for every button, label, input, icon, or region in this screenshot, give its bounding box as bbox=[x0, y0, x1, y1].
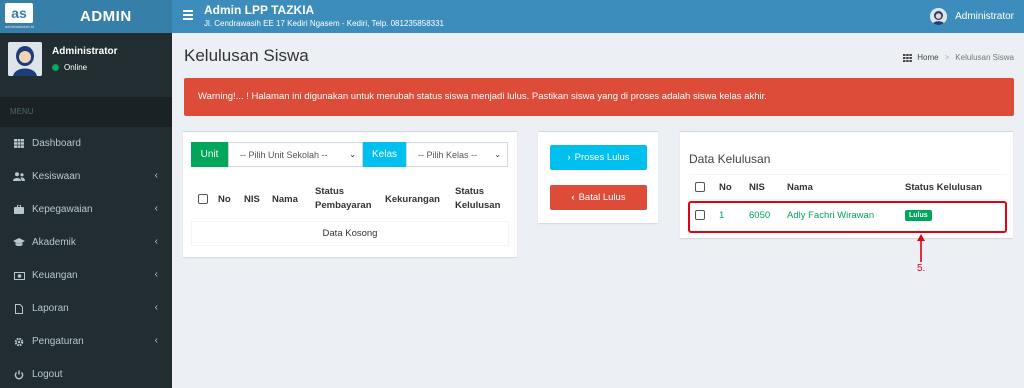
unit-select[interactable]: -- Pilih Unit Sekolah -- ⌄ bbox=[228, 142, 363, 167]
sidebar-item-logout[interactable]: Logout bbox=[0, 358, 172, 388]
logo: as adminsekolah.id bbox=[5, 3, 39, 30]
kelas-label: Kelas bbox=[363, 142, 406, 167]
filter-row: Unit -- Pilih Unit Sekolah -- ⌄ Kelas --… bbox=[191, 142, 508, 167]
sidebar-item-akademik[interactable]: Akademik ‹ bbox=[0, 226, 172, 259]
chevron-left-icon: ‹ bbox=[154, 269, 158, 280]
sidebar-item-keuangan[interactable]: Keuangan ‹ bbox=[0, 259, 172, 292]
chevron-down-icon: ⌄ bbox=[349, 150, 356, 159]
kelas-select[interactable]: -- Pilih Kelas -- ⌄ bbox=[406, 142, 508, 167]
sidebar-item-label: Dashboard bbox=[32, 138, 81, 149]
dashboard-icon bbox=[903, 53, 913, 62]
col-no: No bbox=[719, 181, 732, 193]
logo-letters: as bbox=[5, 3, 33, 23]
breadcrumb: Home > Kelulusan Siswa bbox=[903, 53, 1014, 62]
avatar bbox=[8, 42, 42, 76]
col-status-kelulusan: Status Kelulusan bbox=[455, 186, 501, 211]
chevron-left-icon: ‹ bbox=[154, 236, 158, 247]
table-header: No NIS Nama Status Pembayaran Kekurangan… bbox=[191, 177, 509, 222]
batal-lulus-button[interactable]: ‹ Batal Lulus bbox=[550, 185, 647, 210]
proses-lulus-label: Proses Lulus bbox=[574, 152, 630, 163]
users-icon bbox=[12, 172, 26, 181]
school-title: Admin LPP TAZKIA bbox=[204, 3, 315, 17]
annotation-arrow-icon bbox=[917, 234, 925, 262]
chevron-left-icon: ‹ bbox=[154, 170, 158, 181]
col-no: No bbox=[218, 193, 231, 205]
chevron-down-icon: ⌄ bbox=[494, 150, 501, 159]
avatar bbox=[930, 8, 948, 25]
online-dot-icon bbox=[52, 64, 59, 71]
select-all-checkbox[interactable] bbox=[695, 182, 705, 192]
col-nis: NIS bbox=[244, 193, 260, 205]
col-nama: Nama bbox=[272, 193, 298, 205]
annotation-label: 5. bbox=[917, 263, 926, 274]
page-title: Kelulusan Siswa bbox=[184, 46, 309, 65]
power-icon bbox=[12, 370, 26, 380]
briefcase-icon bbox=[12, 205, 26, 214]
select-all-checkbox[interactable] bbox=[198, 194, 208, 204]
graduation-cap-icon bbox=[12, 238, 26, 247]
empty-row: Data Kosong bbox=[191, 222, 509, 246]
hamburger-menu-icon[interactable] bbox=[183, 10, 193, 20]
unit-label: Unit bbox=[191, 142, 228, 167]
sidebar-item-kesiswaan[interactable]: Kesiswaan ‹ bbox=[0, 160, 172, 193]
sidebar-item-label: Akademik bbox=[32, 237, 76, 248]
brand-title: ADMIN bbox=[80, 8, 132, 25]
gear-icon bbox=[12, 337, 26, 347]
highlight-box bbox=[688, 201, 1007, 233]
breadcrumb-current: Kelulusan Siswa bbox=[955, 53, 1014, 62]
school-address: Jl. Cendrawasih EE 17 Kediri Ngasem - Ke… bbox=[204, 19, 444, 28]
col-nis: NIS bbox=[749, 181, 765, 193]
sidebar-item-label: Laporan bbox=[32, 303, 69, 314]
money-icon bbox=[12, 271, 26, 280]
sidebar-item-dashboard[interactable]: Dashboard bbox=[0, 127, 172, 160]
batal-lulus-label: Batal Lulus bbox=[578, 192, 626, 203]
sidebar-item-laporan[interactable]: Laporan ‹ bbox=[0, 292, 172, 325]
student-table: No NIS Nama Status Pembayaran Kekurangan… bbox=[191, 177, 509, 246]
sidebar-item-label: Logout bbox=[32, 369, 63, 380]
col-status-pembayaran: Status Pembayaran bbox=[315, 186, 372, 211]
sidebar-item-label: Kesiswaan bbox=[32, 171, 81, 182]
top-user-name: Administrator bbox=[955, 11, 1014, 22]
action-box: › Proses Lulus ‹ Batal Lulus bbox=[538, 131, 658, 223]
unit-select-value: -- Pilih Unit Sekolah -- bbox=[240, 149, 328, 160]
table-header: No NIS Nama Status Kelulusan bbox=[689, 174, 1007, 200]
breadcrumb-separator: > bbox=[944, 53, 950, 62]
kelas-select-value: -- Pilih Kelas -- bbox=[418, 149, 478, 160]
menu-header: MENU bbox=[0, 97, 172, 127]
top-navbar: Admin LPP TAZKIA Jl. Cendrawasih EE 17 K… bbox=[172, 0, 1024, 33]
sidebar-item-label: Keuangan bbox=[32, 270, 78, 281]
sidebar-menu: Dashboard Kesiswaan ‹ Kepegawaian ‹ Akad… bbox=[0, 127, 172, 388]
sidebar-item-pengaturan[interactable]: Pengaturan ‹ bbox=[0, 325, 172, 358]
chevron-left-icon: ‹ bbox=[571, 192, 575, 203]
sidebar: as adminsekolah.id ADMIN Administrator O… bbox=[0, 0, 172, 388]
sidebar-item-kepegawaian[interactable]: Kepegawaian ‹ bbox=[0, 193, 172, 226]
user-menu[interactable]: Administrator bbox=[930, 8, 1014, 25]
sidebar-item-label: Kepegawaian bbox=[32, 204, 93, 215]
user-name: Administrator bbox=[52, 46, 118, 57]
chevron-left-icon: ‹ bbox=[154, 302, 158, 313]
col-kekurangan: Kekurangan bbox=[385, 193, 440, 205]
breadcrumb-home[interactable]: Home bbox=[917, 53, 938, 62]
chevron-right-icon: › bbox=[567, 152, 571, 163]
col-status-kelulusan: Status Kelulusan bbox=[905, 181, 983, 193]
user-status-label: Online bbox=[64, 63, 88, 72]
student-filter-box: Unit -- Pilih Unit Sekolah -- ⌄ Kelas --… bbox=[183, 131, 517, 257]
logo-subtext: adminsekolah.id bbox=[5, 24, 34, 29]
user-panel: Administrator Online bbox=[0, 33, 172, 97]
proses-lulus-button[interactable]: › Proses Lulus bbox=[550, 145, 647, 170]
user-status: Online bbox=[52, 63, 87, 72]
box-title: Data Kelulusan bbox=[689, 152, 771, 166]
th-icon bbox=[12, 139, 26, 148]
chevron-left-icon: ‹ bbox=[154, 203, 158, 214]
warning-alert: Warning!... ! Halaman ini digunakan untu… bbox=[184, 78, 1014, 116]
sidebar-item-label: Pengaturan bbox=[32, 336, 84, 347]
col-nama: Nama bbox=[787, 181, 813, 193]
logo-bar[interactable]: as adminsekolah.id ADMIN bbox=[0, 0, 172, 33]
file-icon bbox=[12, 303, 26, 314]
chevron-left-icon: ‹ bbox=[154, 335, 158, 346]
